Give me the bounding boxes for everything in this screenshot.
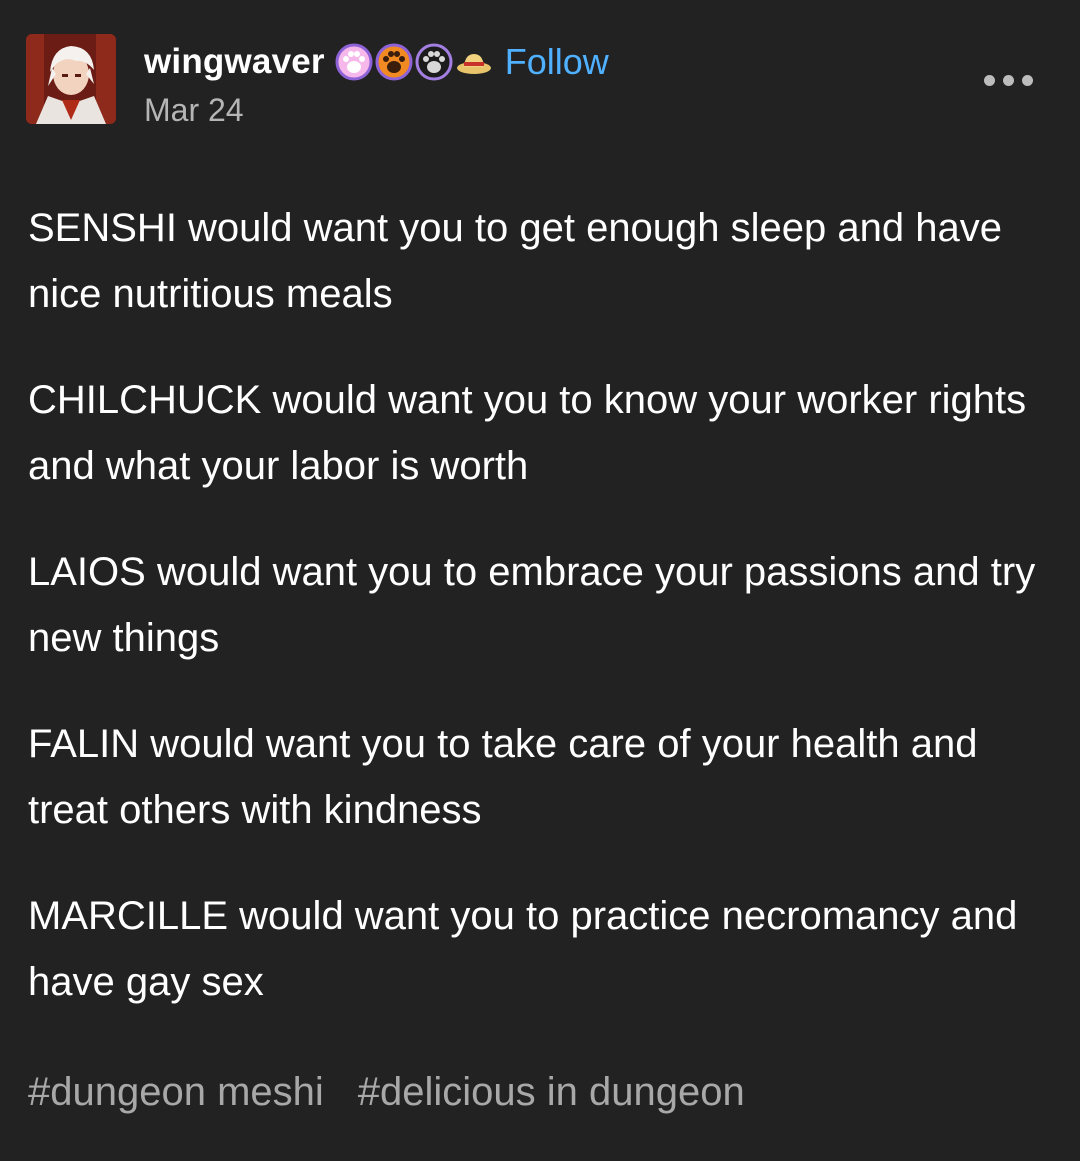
purple-paw-badge-icon[interactable] [415, 43, 453, 81]
post-paragraph: LAIOS would want you to embrace your pas… [28, 550, 1036, 660]
pink-paw-badge-icon[interactable] [335, 43, 373, 81]
tag-list: #dungeon meshi #delicious in dungeon [28, 1070, 745, 1115]
name-row: wingwaver Follow [144, 40, 609, 84]
post-date: Mar 24 [144, 92, 244, 128]
post-header: wingwaver Follow Mar 24 [26, 34, 1054, 129]
avatar-image [26, 34, 116, 124]
post-card: wingwaver Follow Mar 24 SENSHI would wan… [0, 0, 1080, 1161]
post-paragraph: MARCILLE would want you to practice necr… [28, 894, 1018, 1004]
post-body: SENSHI would want you to get enough slee… [28, 195, 1038, 1055]
dot [1022, 75, 1033, 86]
dot [1003, 75, 1014, 86]
badge-list [335, 43, 493, 81]
tag-dungeon-meshi[interactable]: #dungeon meshi [28, 1070, 324, 1115]
follow-button[interactable]: Follow [505, 41, 609, 83]
orange-paw-badge-icon[interactable] [375, 43, 413, 81]
straw-hat-badge-icon[interactable] [455, 43, 493, 81]
author-meta: wingwaver Follow Mar 24 [144, 40, 609, 129]
post-paragraph: CHILCHUCK would want you to know your wo… [28, 378, 1027, 488]
dot [984, 75, 995, 86]
post-paragraph: SENSHI would want you to get enough slee… [28, 206, 1002, 316]
username[interactable]: wingwaver [144, 42, 325, 82]
avatar[interactable] [26, 34, 116, 124]
tag-delicious-in-dungeon[interactable]: #delicious in dungeon [358, 1070, 745, 1115]
post-paragraph: FALIN would want you to take care of you… [28, 722, 978, 832]
more-options-icon[interactable] [984, 70, 1036, 90]
